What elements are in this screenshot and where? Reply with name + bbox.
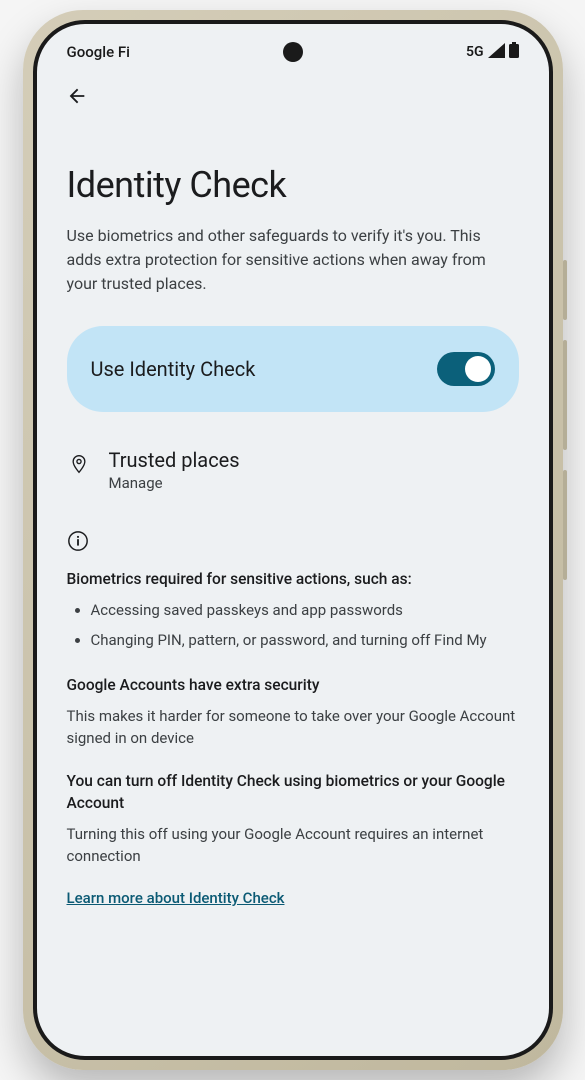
volume-down-button bbox=[563, 470, 567, 580]
trusted-places-row[interactable]: Trusted places Manage bbox=[67, 448, 519, 492]
turn-off-text: Turning this off using your Google Accou… bbox=[67, 823, 519, 868]
trusted-places-action: Manage bbox=[109, 474, 519, 492]
volume-up-button bbox=[563, 340, 567, 450]
status-right: 5G bbox=[466, 42, 519, 62]
phone-frame: Google Fi 5G Identity Check Use biometri… bbox=[23, 10, 563, 1070]
bullet-item: Accessing saved passkeys and app passwor… bbox=[91, 598, 519, 622]
trusted-places-title: Trusted places bbox=[109, 448, 519, 472]
bullet-item: Changing PIN, pattern, or password, and … bbox=[91, 628, 519, 652]
learn-more-link[interactable]: Learn more about Identity Check bbox=[67, 889, 285, 907]
arrow-back-icon bbox=[66, 85, 88, 107]
page-subtitle: Use biometrics and other safeguards to v… bbox=[67, 224, 519, 296]
content-area: Identity Check Use biometrics and other … bbox=[37, 124, 549, 927]
toggle-label: Use Identity Check bbox=[91, 357, 256, 381]
identity-check-toggle-card[interactable]: Use Identity Check bbox=[67, 326, 519, 412]
page-title: Identity Check bbox=[67, 164, 519, 206]
biometrics-heading: Biometrics required for sensitive action… bbox=[67, 568, 519, 590]
info-icon bbox=[67, 530, 519, 556]
front-camera bbox=[283, 42, 303, 62]
signal-icon bbox=[488, 43, 505, 62]
toggle-switch[interactable] bbox=[437, 352, 495, 386]
carrier-label: Google Fi bbox=[67, 43, 130, 61]
location-icon bbox=[67, 448, 91, 476]
turn-off-heading: You can turn off Identity Check using bi… bbox=[67, 770, 519, 815]
google-accounts-heading: Google Accounts have extra security bbox=[67, 674, 519, 696]
switch-thumb bbox=[465, 356, 491, 382]
side-button bbox=[563, 260, 567, 320]
biometrics-bullets: Accessing saved passkeys and app passwor… bbox=[67, 598, 519, 652]
network-label: 5G bbox=[466, 44, 484, 60]
google-accounts-text: This makes it harder for someone to take… bbox=[67, 705, 519, 750]
phone-screen: Google Fi 5G Identity Check Use biometri… bbox=[33, 20, 553, 1060]
back-button[interactable] bbox=[59, 78, 95, 114]
battery-icon bbox=[509, 42, 519, 62]
app-bar bbox=[37, 68, 549, 124]
